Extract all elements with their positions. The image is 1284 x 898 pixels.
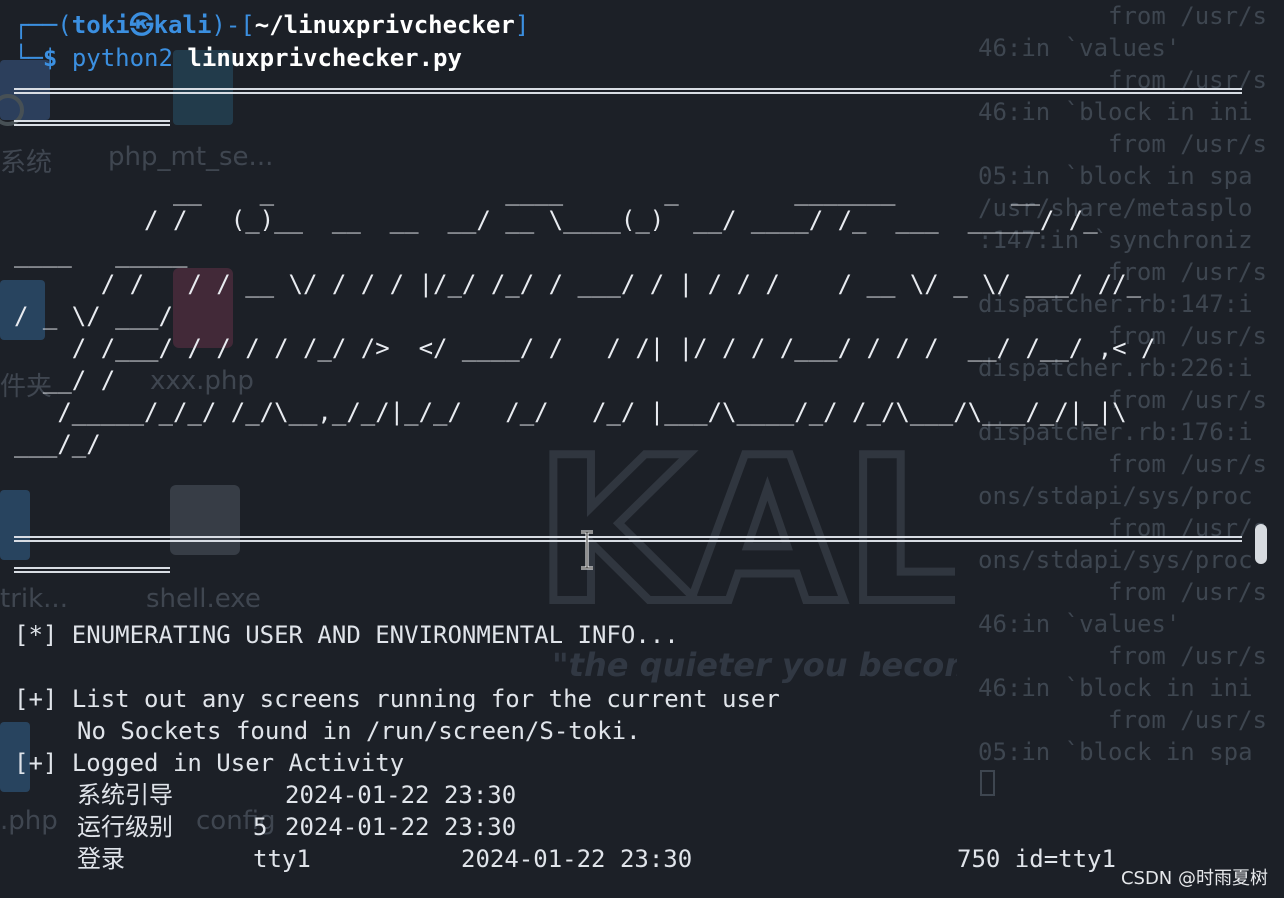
- activity-col-time: 2024-01-22 23:30: [285, 813, 517, 841]
- prompt-path: ~/linuxprivchecker: [254, 11, 515, 39]
- prompt-frame: ]: [514, 11, 530, 39]
- separator-double-line: [14, 88, 1242, 94]
- ascii-banner-line: __/ /: [14, 366, 116, 394]
- section-heading: [*] ENUMERATING USER AND ENVIRONMENTAL I…: [14, 621, 679, 649]
- prompt-dollar: $: [42, 44, 58, 72]
- prompt-frame: └─: [14, 44, 43, 72]
- check-item: [+] Logged in User Activity: [14, 748, 404, 778]
- activity-col-time: 2024-01-22 23:30: [285, 781, 517, 809]
- terminal-scrollbar-thumb[interactable]: [1255, 524, 1267, 564]
- prompt-line-command: └─$ python2 linuxprivchecker.py: [14, 43, 462, 73]
- activity-col-type: 登录: [77, 845, 125, 873]
- ascii-banner-line: ____ _____: [14, 240, 188, 268]
- ascii-banner-line: / / / / __ \/ / / / |/_/ /_/ / ___/ / | …: [14, 270, 1142, 298]
- separator-double-line: [14, 536, 1242, 542]
- prompt-at-symbol: ㉿: [129, 11, 154, 39]
- prompt-host: kali: [153, 11, 212, 39]
- activity-col-line: 5: [253, 813, 268, 841]
- prompt-line-top: ┌──(toki㉿kali)-[~/linuxprivchecker]: [14, 10, 529, 40]
- prompt-frame: )-[: [211, 11, 255, 39]
- activity-col-line: tty1: [253, 845, 311, 873]
- activity-col-extra: 750 id=tty1: [957, 845, 1116, 873]
- activity-col-type: 系统引导: [77, 781, 173, 809]
- prompt-user: toki: [71, 11, 130, 39]
- command-program: python2: [71, 44, 173, 72]
- separator-double-line: [14, 120, 170, 126]
- ascii-banner-line: / /___/ / / / / /_/ /> </ ____/ / / /| |…: [14, 334, 1156, 362]
- separator-double-line: [14, 567, 170, 573]
- check-item: [+] List out any screens running for the…: [14, 684, 780, 714]
- command-argument: linuxprivchecker.py: [187, 44, 462, 72]
- csdn-watermark: CSDN @时雨夏树: [1120, 868, 1268, 889]
- ascii-banner-line: / / (_)__ __ __ __/ __ \____(_) __/ ____…: [14, 206, 1098, 234]
- check-title: List out any screens running for the cur…: [71, 685, 780, 713]
- check-title: Logged in User Activity: [71, 749, 405, 777]
- ascii-banner-line: /_____/_/_/ /_/\__,_/_/|_/_/ /_/ /_/ |__…: [14, 398, 1127, 426]
- activity-col-type: 运行级别: [77, 813, 173, 841]
- terminal-window[interactable]: ┌──(toki㉿kali)-[~/linuxprivchecker] └─$ …: [0, 0, 1284, 898]
- check-marker: [+]: [14, 749, 58, 777]
- activity-col-time: 2024-01-22 23:30: [461, 845, 693, 873]
- ascii-banner-line: / _ \/ ___/: [14, 302, 173, 330]
- ascii-banner-line: ___/_/: [14, 430, 101, 458]
- check-output: No Sockets found in /run/screen/S-toki.: [77, 717, 641, 745]
- check-marker: [+]: [14, 685, 58, 713]
- prompt-frame: ┌──(: [14, 11, 72, 39]
- text-cursor-icon: [581, 530, 593, 570]
